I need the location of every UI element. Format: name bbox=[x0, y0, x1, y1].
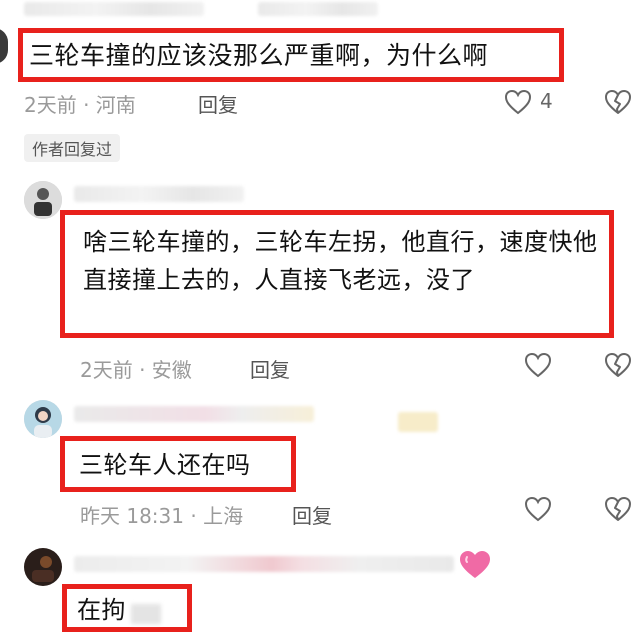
username-blurred bbox=[24, 2, 204, 16]
comment-2-text: 啥三轮车撞的，三轮车左拐，他直行，速度快他直接撞上去的，人直接飞老远，没了 bbox=[83, 228, 598, 294]
avatar[interactable] bbox=[24, 548, 62, 586]
avatar-image bbox=[24, 400, 62, 438]
avatar[interactable] bbox=[24, 400, 62, 438]
comment-4-text: 在拘 bbox=[77, 596, 126, 624]
comment-4-highlight: 在拘 bbox=[62, 584, 192, 632]
blurred-text bbox=[131, 603, 162, 624]
username-blurred bbox=[74, 556, 454, 572]
heart-outline-icon[interactable] bbox=[524, 352, 552, 378]
pink-heart-icon bbox=[460, 551, 490, 578]
heart-outline-icon[interactable] bbox=[504, 89, 532, 115]
comment-2-reply-button[interactable]: 回复 bbox=[250, 354, 290, 383]
comment-3-text: 三轮车人还在吗 bbox=[79, 451, 251, 479]
avatar-image bbox=[24, 548, 62, 586]
author-replied-badge: 作者回复过 bbox=[24, 134, 121, 162]
comment-1-text: 三轮车撞的应该没那么严重啊，为什么啊 bbox=[29, 41, 489, 70]
comment-1-meta: 2天前 · 河南 bbox=[24, 93, 136, 117]
comment-2-highlight: 啥三轮车撞的，三轮车左拐，他直行，速度快他直接撞上去的，人直接飞老远，没了 bbox=[60, 210, 614, 338]
comment-2-meta: 2天前 · 安徽 bbox=[80, 358, 192, 382]
username-blurred bbox=[74, 186, 244, 202]
username-blurred bbox=[74, 406, 314, 422]
comment-1-reply-button[interactable]: 回复 bbox=[198, 89, 238, 118]
avatar[interactable] bbox=[0, 28, 8, 64]
avatar[interactable] bbox=[24, 181, 62, 219]
comment-1-highlight: 三轮车撞的应该没那么严重啊，为什么啊 bbox=[18, 28, 564, 82]
comment-3-reply-button[interactable]: 回复 bbox=[292, 500, 332, 529]
heart-outline-icon[interactable] bbox=[524, 496, 552, 522]
comment-3-meta: 昨天 18:31 · 上海 bbox=[80, 504, 244, 528]
comment-1-like-count: 4 bbox=[540, 89, 553, 113]
username-blurred bbox=[258, 2, 378, 16]
heart-broken-icon[interactable] bbox=[604, 496, 632, 522]
heart-broken-icon[interactable] bbox=[604, 352, 632, 378]
heart-broken-icon[interactable] bbox=[604, 89, 632, 115]
avatar-image bbox=[24, 181, 62, 219]
comment-3-highlight: 三轮车人还在吗 bbox=[60, 436, 296, 492]
username-blurred bbox=[398, 412, 438, 432]
